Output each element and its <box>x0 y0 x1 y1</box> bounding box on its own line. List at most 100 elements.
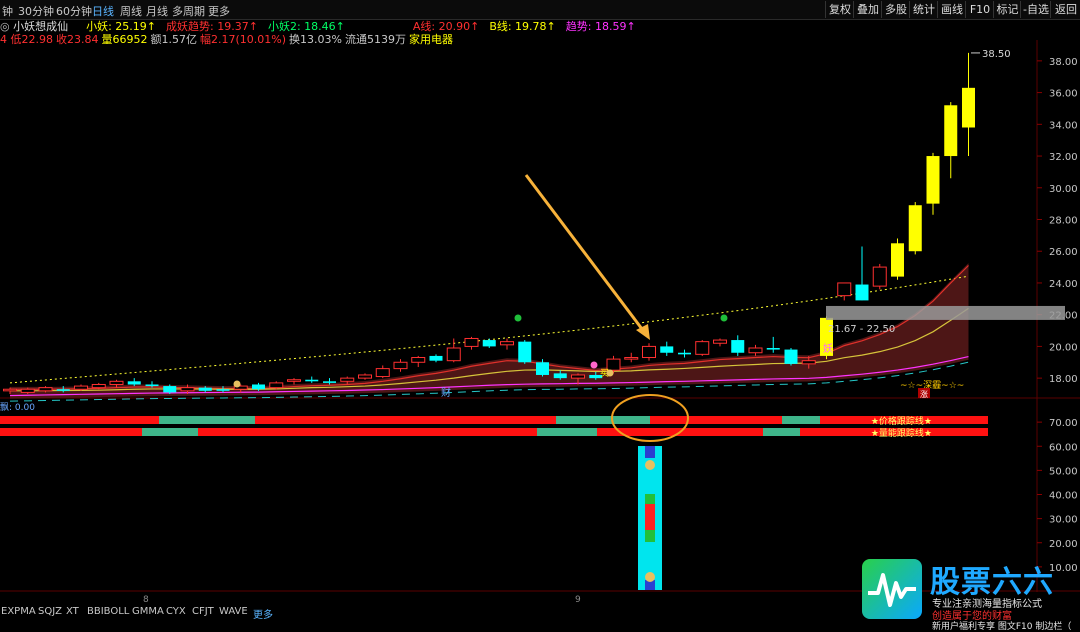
price-tick-1: 20.00 <box>1049 342 1078 353</box>
annotation-cai: 财 <box>441 386 451 399</box>
candle-body-2 <box>38 387 53 392</box>
candle-body-14 <box>252 384 265 390</box>
price-tick-3: 24.00 <box>1049 279 1078 290</box>
candle-body-43 <box>766 347 780 350</box>
candle-body-20 <box>358 374 372 379</box>
indicator-tab-4[interactable]: GMMA <box>132 606 164 617</box>
annotation-yao: 妖 <box>823 342 833 355</box>
candle-body-15 <box>269 382 284 389</box>
candle-body-52 <box>926 156 940 204</box>
price-zone-label: 21.67 - 22.50 <box>828 324 895 335</box>
signal-coin-top-icon <box>645 460 655 470</box>
price-tick-5: 28.00 <box>1049 216 1078 227</box>
price-tick-0: 18.00 <box>1049 374 1078 385</box>
chart-area: 18.0020.0022.0024.0026.0028.0030.0032.00… <box>0 40 1080 604</box>
track-band-1-2 <box>198 428 537 436</box>
candle-body-0 <box>3 388 17 392</box>
price-tick-7: 32.00 <box>1049 152 1078 163</box>
signal-marker-3 <box>233 380 241 388</box>
candle-body-1 <box>20 388 35 393</box>
track-band-1-3 <box>537 428 597 436</box>
candle-body-42 <box>748 347 763 354</box>
candle-body-6 <box>109 380 124 385</box>
candle-body-45 <box>801 360 816 365</box>
indicator-tab-5[interactable]: CYX <box>166 606 186 617</box>
indicator-tick-4: 50.00 <box>1049 466 1078 477</box>
candle-body-4 <box>74 385 88 390</box>
track-band-0-4 <box>650 416 782 424</box>
signal-marker-2 <box>590 361 598 369</box>
indicator-tick-2: 30.00 <box>1049 515 1078 526</box>
annotation-deep-fog: ~☆~深霾~☆~ <box>900 380 964 391</box>
signal-marker-0 <box>514 314 522 322</box>
track-band-0-2 <box>255 416 556 424</box>
candle-body-18 <box>323 381 336 383</box>
track-label-1: ★量能跟踪线★ <box>871 427 932 439</box>
signal-block-green-1 <box>645 494 655 504</box>
x-axis-label-0: 8 <box>143 595 149 604</box>
watermark: 股票六六 专业注亲测海量指标公式 创造属于您的财富 新用户福利专享 图文F10 … <box>862 557 1080 632</box>
track-band-1-0 <box>0 428 142 436</box>
candle-body-11 <box>198 387 212 391</box>
candle-body-28 <box>500 341 514 346</box>
candle-body-7 <box>127 381 141 385</box>
pointer-arrow-line <box>524 174 647 334</box>
track-band-1-5 <box>763 428 800 436</box>
price-tick-8: 34.00 <box>1049 120 1078 131</box>
candle-body-3 <box>56 389 70 391</box>
candle-body-24 <box>429 355 443 361</box>
candle-body-54 <box>962 87 975 128</box>
candle-body-36 <box>642 345 656 359</box>
candle-body-37 <box>660 346 674 353</box>
indicator-tick-3: 40.00 <box>1049 491 1078 502</box>
candle-body-5 <box>91 383 106 389</box>
signal-coin-bottom-icon <box>645 572 655 582</box>
candle-body-40 <box>713 339 727 344</box>
signal-block-top <box>645 446 655 458</box>
indicator-tab-7[interactable]: WAVE <box>219 606 248 617</box>
candle-body-51 <box>908 205 922 252</box>
indicator-tab-3[interactable]: BBIBOLL <box>87 606 129 617</box>
candle-body-41 <box>731 340 745 353</box>
signal-block-red <box>645 504 655 530</box>
track-label-0: ★价格跟踪线★ <box>871 415 932 427</box>
candle-body-23 <box>411 357 426 363</box>
indicator-tick-6: 70.00 <box>1049 418 1078 429</box>
track-band-1-1 <box>142 428 198 436</box>
x-axis-label-1: 9 <box>575 595 581 604</box>
candle-body-9 <box>163 386 177 393</box>
indicator-tab-8[interactable]: 更多 <box>253 606 273 621</box>
candle-body-22 <box>393 361 408 370</box>
track-band-0-5 <box>782 416 820 424</box>
high-price-label: 38.50 <box>982 49 1011 60</box>
candle-body-27 <box>482 340 496 347</box>
candle-body-31 <box>553 373 567 379</box>
track-band-0-1 <box>159 416 255 424</box>
annotation-rise: 涨 <box>920 389 928 399</box>
candle-body-32 <box>571 374 585 379</box>
candle-body-12 <box>216 389 230 391</box>
candle-body-10 <box>180 387 195 392</box>
indicator-tab-0[interactable]: EXPMA <box>1 606 36 617</box>
indicator-tab-2[interactable]: XT <box>66 606 79 617</box>
indicator-tab-1[interactable]: SQJZ <box>38 606 62 617</box>
candle-body-47 <box>837 282 852 297</box>
candle-body-21 <box>375 368 390 378</box>
candle-body-30 <box>536 362 549 375</box>
candle-body-19 <box>340 377 355 382</box>
candle-body-29 <box>518 341 532 363</box>
candle-body-16 <box>287 379 301 382</box>
candle-body-8 <box>145 384 159 387</box>
candle-body-35 <box>624 357 639 360</box>
price-tick-10: 38.00 <box>1049 57 1078 68</box>
indicator-tick-1: 20.00 <box>1049 539 1078 550</box>
signal-marker-1 <box>720 314 728 322</box>
watermark-logo-icon <box>862 559 922 619</box>
candle-body-38 <box>678 352 691 355</box>
watermark-line3: 新用户福利专享 图文F10 制边栏（ <box>932 622 1072 632</box>
signal-marker-4 <box>606 369 614 377</box>
candle-body-39 <box>695 341 710 355</box>
price-tick-9: 36.00 <box>1049 89 1078 100</box>
candle-body-26 <box>464 337 479 347</box>
indicator-tab-6[interactable]: CFJT <box>192 606 214 617</box>
